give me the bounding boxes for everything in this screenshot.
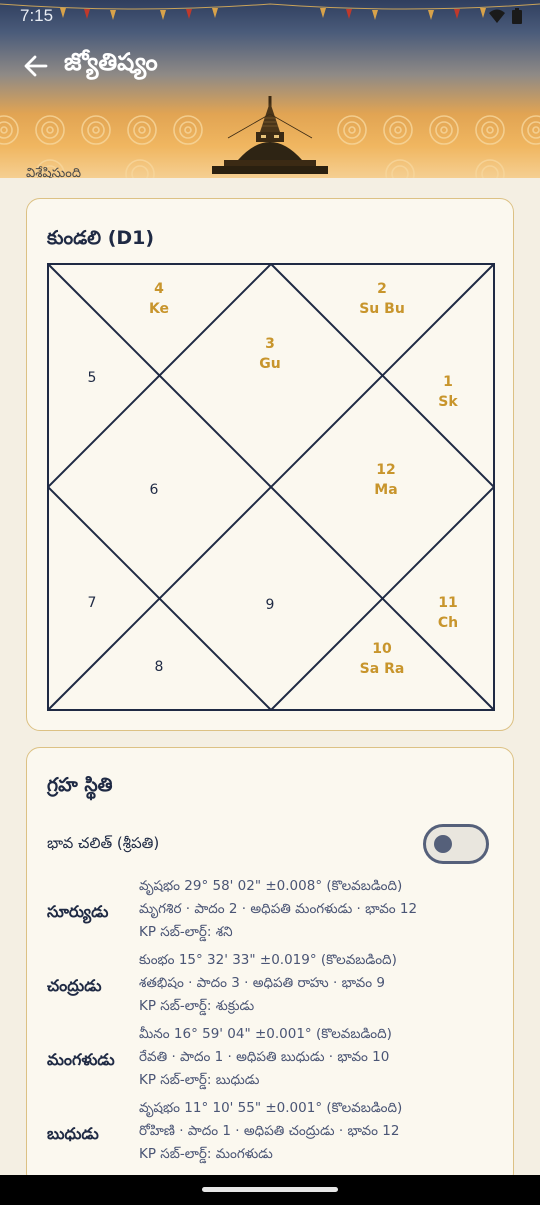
status-time: 7:15 xyxy=(20,6,54,25)
house-number-6: 6 xyxy=(150,482,159,498)
planet-row: బుధుడు వృషభం 11° 10' 55" ±0.001° (కొలవబడ… xyxy=(47,1098,507,1170)
planet-name: చంద్రుడు xyxy=(47,976,102,995)
app-header: 7:15 జ్యోతిష్యం విశ్లేషిస్తుంది xyxy=(0,0,540,178)
planet-longitude: కుంభం 15° 32' 33" ±0.019° (కొలవబడింది) xyxy=(139,952,397,968)
house-planets-1: Sk xyxy=(438,394,458,410)
planet-longitude: వృషభం 11° 10' 55" ±0.001° (కొలవబడింది) xyxy=(139,1100,403,1116)
planet-kp-sublord: KP సబ్-లార్డ్: బుధుడు xyxy=(139,1072,260,1088)
house-number-10: 10 xyxy=(372,641,392,657)
house-number-11: 11 xyxy=(438,595,457,611)
kundali-chart: 1 Sk 2 Su Bu 3 Gu 4 Ke 5 6 7 8 9 10 Sa Ra 11 Ch 12 Ma xyxy=(47,263,495,711)
page-title: జ్యోతిష్యం xyxy=(64,48,158,76)
stupa-illustration xyxy=(212,96,328,174)
back-arrow-icon[interactable] xyxy=(20,50,52,82)
planet-name: మంగళుడు xyxy=(47,1050,115,1069)
house-number-7: 7 xyxy=(88,595,97,611)
planet-positions-card: గ్రహ స్థితి భావ చలిత్ (శ్రీపతి) సూర్యుడు… xyxy=(26,747,514,1187)
chart-lines xyxy=(47,263,495,711)
header-subtext: విశ్లేషిస్తుంది xyxy=(26,166,82,178)
house-planets-4: Ke xyxy=(149,301,169,317)
planet-name: బుధుడు xyxy=(47,1124,99,1143)
house-planets-10: Sa Ra xyxy=(360,661,405,677)
toggle-knob xyxy=(434,835,452,853)
planet-nakshatra: రేవతి · పాదం 1 · అధిపతి బుధుడు · భావం 10 xyxy=(139,1049,390,1065)
house-number-9: 9 xyxy=(266,597,275,613)
house-planets-12: Ma xyxy=(374,482,397,498)
house-number-4: 4 xyxy=(154,281,164,297)
positions-title: గ్రహ స్థితి xyxy=(47,774,113,796)
house-planets-2: Su Bu xyxy=(359,301,405,317)
battery-icon xyxy=(512,8,522,24)
planet-kp-sublord: KP సబ్-లార్డ్: మంగళుడు xyxy=(139,1146,273,1162)
planet-row: చంద్రుడు కుంభం 15° 32' 33" ±0.019° (కొలవ… xyxy=(47,950,507,1022)
planet-longitude: మీనం 16° 59' 04" ±0.001° (కొలవబడింది) xyxy=(139,1026,392,1042)
home-handle[interactable] xyxy=(202,1187,338,1192)
house-number-8: 8 xyxy=(155,659,164,675)
house-number-5: 5 xyxy=(88,370,97,386)
planet-row: మంగళుడు మీనం 16° 59' 04" ±0.001° (కొలవబడ… xyxy=(47,1024,507,1096)
system-icons xyxy=(488,8,522,24)
planet-row: సూర్యుడు వృషభం 29° 58' 02" ±0.008° (కొలవ… xyxy=(47,876,507,948)
planet-nakshatra: మృగశిర · పాదం 2 · అధిపతి మంగళుడు · భావం … xyxy=(139,901,418,917)
house-planets-11: Ch xyxy=(438,615,458,631)
planet-longitude: వృషభం 29° 58' 02" ±0.008° (కొలవబడింది) xyxy=(139,878,403,894)
house-planets-3: Gu xyxy=(259,356,280,372)
bhava-chalit-toggle[interactable] xyxy=(423,824,489,864)
house-number-1: 1 xyxy=(443,374,453,390)
planet-kp-sublord: KP సబ్-లార్డ్: శని xyxy=(139,924,233,940)
bhava-chalit-label: భావ చలిత్ (శ్రీపతి) xyxy=(47,834,160,852)
planet-nakshatra: శతభిషం · పాదం 3 · అధిపతి రాహు · భావం 9 xyxy=(139,975,385,991)
planet-name: సూర్యుడు xyxy=(47,902,109,921)
planet-nakshatra: రోహిణి · పాదం 1 · అధిపతి చంద్రుడు · భావం… xyxy=(139,1123,400,1139)
house-number-12: 12 xyxy=(376,462,395,478)
planet-kp-sublord: KP సబ్-లార్డ్: శుక్రుడు xyxy=(139,998,255,1014)
status-bar: 7:15 xyxy=(0,0,540,34)
system-nav-bar xyxy=(0,1175,540,1205)
house-number-2: 2 xyxy=(377,281,387,297)
kundali-card: కుండలి (D1) 1 Sk 2 Su Bu 3 Gu 4 Ke 5 6 7 8 9 10 Sa Ra 1… xyxy=(26,198,514,731)
wifi-icon xyxy=(489,9,505,23)
kundali-title: కుండలి (D1) xyxy=(47,227,155,249)
house-number-3: 3 xyxy=(265,336,275,352)
